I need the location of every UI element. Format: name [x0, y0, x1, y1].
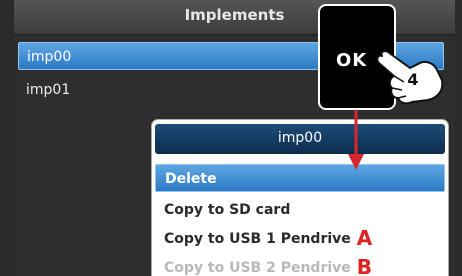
- context-menu: imp00 Delete Copy to SD card Copy to USB…: [151, 119, 449, 276]
- menu-item-copy-sd[interactable]: Copy to SD card: [155, 196, 445, 224]
- menu-item-label: Copy to SD card: [164, 202, 291, 218]
- context-menu-header: imp00: [155, 124, 445, 154]
- context-menu-title: imp00: [277, 130, 323, 146]
- menu-item-label: Copy to USB 2 Pendrive: [164, 260, 351, 276]
- callout-letter-b: B: [356, 255, 373, 276]
- step-number: 4: [407, 70, 419, 89]
- implements-screen: Implements imp00 imp01 imp00 Delete Copy…: [0, 0, 462, 276]
- menu-item-copy-usb2: Copy to USB 2 Pendrive B: [155, 254, 445, 276]
- menu-item-label: Copy to USB 1 Pendrive: [164, 231, 351, 247]
- menu-item-copy-usb1[interactable]: Copy to USB 1 Pendrive A: [155, 225, 445, 253]
- menu-item-label: Delete: [165, 171, 217, 187]
- down-arrow-icon: [348, 106, 364, 170]
- menu-item-delete[interactable]: Delete: [155, 164, 445, 192]
- ok-button-label: OK: [336, 50, 368, 71]
- callout-letter-a: A: [356, 226, 373, 250]
